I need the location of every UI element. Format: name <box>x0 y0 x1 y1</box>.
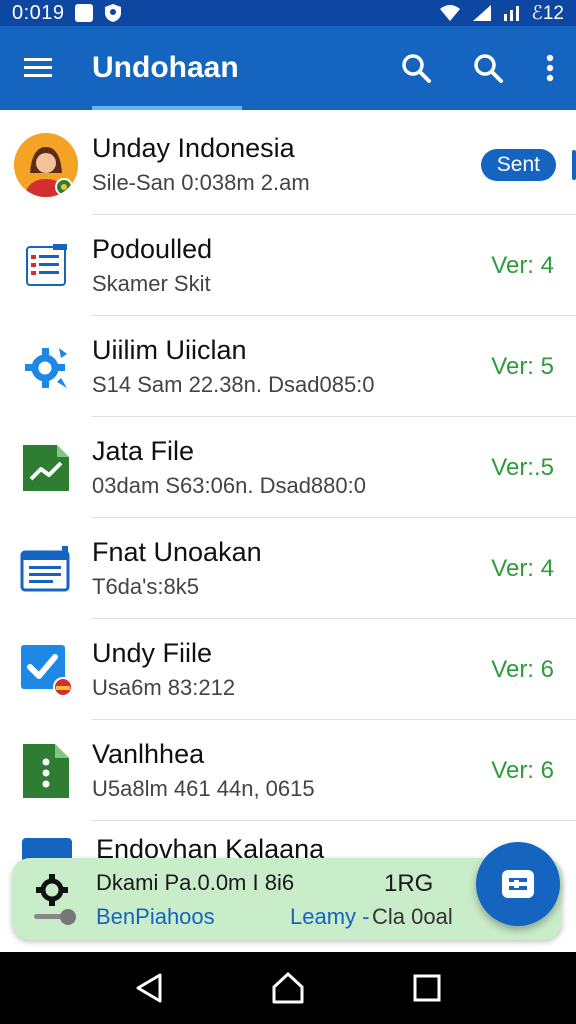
search-button[interactable] <box>396 48 436 88</box>
list-item-subtitle: U5a8lm 461 44n, 0615 <box>92 775 315 801</box>
list-item-title: Fnat Unoakan <box>92 536 262 567</box>
list-item-subtitle: 03dam S63:06n. Dsad880:0 <box>92 472 366 498</box>
list-item[interactable]: Vanlhhea U5a8lm 461 44n, 0615 Ver: 6 <box>0 720 576 821</box>
status-battery-text: ℰ12 <box>531 2 564 24</box>
sheet-link-secondary[interactable]: Leamy - <box>290 904 369 930</box>
list-item-texts: Jata File 03dam S63:06n. Dsad880:0 <box>92 435 491 501</box>
app-bar-actions <box>396 48 576 88</box>
list-item-subtitle: T6da's:8k5 <box>92 573 199 599</box>
more-options-button[interactable] <box>540 48 560 88</box>
list-item[interactable]: Unday Indonesia Sile-San 0:038m 2.am Sen… <box>0 114 576 215</box>
list-item-texts: Podoulled Skamer Skit <box>92 233 491 299</box>
list-item[interactable]: Jata File 03dam S63:06n. Dsad880:0 Ver:.… <box>0 417 576 518</box>
version-label: Ver: 6 <box>491 655 554 683</box>
shield-icon <box>104 4 121 22</box>
sheet-info: Dkami Pa.0.0m I 8i6 <box>96 870 295 895</box>
back-icon <box>136 973 162 1003</box>
menu-icon[interactable] <box>24 56 54 80</box>
search-icon <box>474 54 503 83</box>
list-item-icon <box>0 132 92 197</box>
bars-icon <box>504 6 520 21</box>
navigation-bar <box>0 952 576 1024</box>
list-item-subtitle: S14 Sam 22.38n. Dsad085:0 <box>92 371 375 397</box>
list-item[interactable]: Podoulled Skamer Skit Ver: 4 <box>0 215 576 316</box>
list-item-subtitle: Sile-San 0:038m 2.am <box>92 169 310 195</box>
list-item[interactable]: Undy Fiile Usa6m 83:212 Ver: 6 <box>0 619 576 720</box>
list-item[interactable]: Uiilim Uiiclan S14 Sam 22.38n. Dsad085:0… <box>0 316 576 417</box>
list-item-texts: Fnat Unoakan T6da's:8k5 <box>92 536 491 602</box>
check-file-icon <box>21 644 73 697</box>
status-time: 0:019 <box>12 1 65 24</box>
screen: 0:019 ℰ12 Undohaan Unday Indonesia Sile-… <box>0 0 576 1024</box>
list-item-texts: Unday Indonesia Sile-San 0:038m 2.am <box>92 132 481 198</box>
home-button[interactable] <box>266 966 310 1010</box>
avatar <box>14 132 78 197</box>
signal-icon <box>473 5 492 21</box>
list-item-icon <box>0 443 92 493</box>
list-item[interactable]: Fnat Unoakan T6da's:8k5 Ver: 4 <box>0 518 576 619</box>
sheet-info-right: 1RG <box>384 870 434 897</box>
compose-fab[interactable] <box>476 842 560 926</box>
list-item-texts: Undy Fiile Usa6m 83:212 <box>92 637 491 703</box>
notification-icon <box>74 4 93 22</box>
back-button[interactable] <box>127 966 171 1010</box>
list-item-title: Uiilim Uiiclan <box>92 334 247 365</box>
home-icon <box>272 972 304 1004</box>
title-underline <box>92 106 242 110</box>
list-item-title: Undy Fiile <box>92 637 213 668</box>
version-label: Ver: 5 <box>491 352 554 380</box>
list-item-texts: Vanlhhea U5a8lm 461 44n, 0615 <box>92 738 491 804</box>
search-icon <box>402 54 431 83</box>
list-item-title: Vanlhhea <box>92 738 205 769</box>
sheet-link-tertiary[interactable]: Cla 0oal <box>372 904 453 930</box>
green-file-icon <box>23 743 69 798</box>
version-label: Ver: 4 <box>491 251 554 279</box>
status-bar: 0:019 ℰ12 <box>0 0 576 26</box>
version-label: Ver: 6 <box>491 756 554 784</box>
list-item-texts: Uiilim Uiiclan S14 Sam 22.38n. Dsad085:0 <box>92 334 491 400</box>
app-bar: Undohaan <box>0 26 576 110</box>
search-button-2[interactable] <box>468 48 508 88</box>
document-list-icon <box>26 243 67 286</box>
list-item-subtitle: Usa6m 83:212 <box>92 674 236 700</box>
recents-icon <box>413 974 441 1002</box>
toggle-switch[interactable] <box>34 908 78 926</box>
edge-indicator <box>572 150 576 180</box>
file-list: Unday Indonesia Sile-San 0:038m 2.am Sen… <box>0 114 576 821</box>
chart-file-icon <box>23 444 69 491</box>
app-title: Undohaan <box>92 51 239 84</box>
wifi-icon <box>440 5 461 21</box>
version-label: Ver:.5 <box>491 453 554 481</box>
list-item-subtitle: Skamer Skit <box>92 270 211 296</box>
list-item-icon <box>0 243 92 289</box>
list-item-title: Jata File <box>92 435 195 466</box>
more-vert-icon <box>546 54 554 82</box>
sent-badge[interactable]: Sent <box>480 148 556 181</box>
list-item-title: Unday Indonesia <box>92 132 295 163</box>
form-icon <box>20 545 70 591</box>
gear-icon <box>25 347 67 388</box>
list-item-icon <box>0 643 92 697</box>
list-item-icon <box>0 342 92 392</box>
list-item-icon <box>0 544 92 594</box>
status-right: ℰ12 <box>439 2 564 25</box>
list-item-title: Podoulled <box>92 233 213 264</box>
sheet-link-primary[interactable]: BenPiahoos <box>96 904 215 930</box>
recents-button[interactable] <box>405 966 449 1010</box>
list-item-icon <box>0 742 92 800</box>
version-label: Ver: 4 <box>491 554 554 582</box>
settings-icon[interactable] <box>34 872 70 908</box>
compose-icon <box>502 870 534 898</box>
